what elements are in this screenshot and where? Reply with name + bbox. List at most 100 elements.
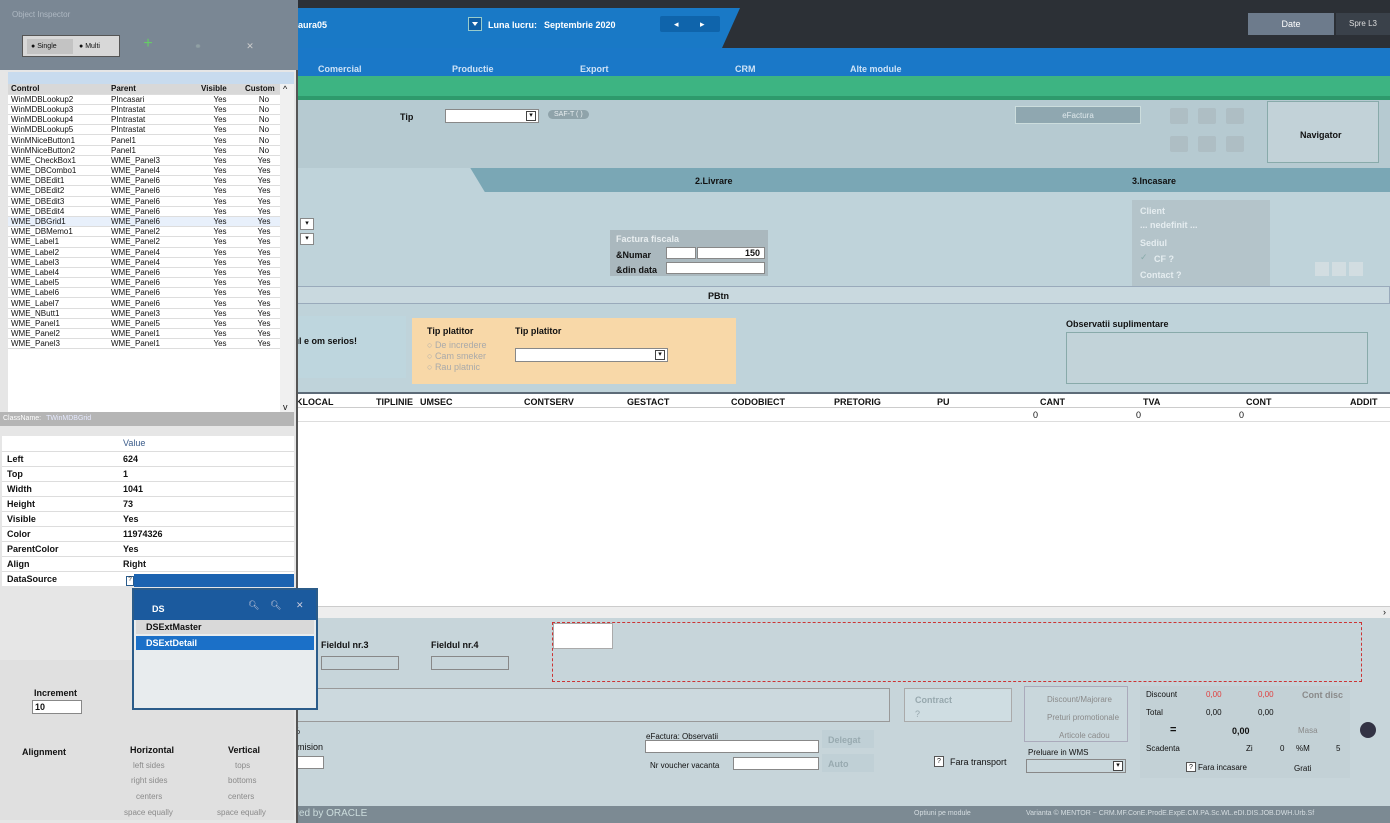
datasource-editor[interactable] [134, 574, 294, 587]
pct-m-value[interactable]: 5 [1336, 744, 1340, 753]
toolbar-icon-3[interactable] [1226, 108, 1244, 124]
auto-button[interactable]: Auto [822, 754, 874, 772]
chevron-down-icon[interactable]: v [283, 402, 288, 412]
close-icon[interactable]: ✕ [296, 600, 304, 611]
control-row[interactable]: WME_NButt1 WME_Panel3 Yes Yes [8, 308, 286, 319]
search-icon[interactable]: 🔍︎ [248, 600, 259, 611]
chevron-right-icon[interactable]: › [1383, 607, 1386, 617]
articole-cadou-label[interactable]: Articole cadou [1059, 731, 1110, 740]
control-row[interactable]: WME_Label7 WME_Panel6 Yes Yes [8, 297, 286, 309]
align-v-space[interactable]: space equally [217, 808, 266, 817]
control-row[interactable]: WME_Label4 WME_Panel6 Yes Yes [8, 267, 286, 279]
menu-crm[interactable]: CRM [735, 64, 756, 74]
control-row[interactable]: WME_Label6 WME_Panel6 Yes Yes [8, 287, 286, 299]
property-row[interactable]: Width 1041 [2, 481, 294, 497]
ds-item-detail[interactable]: DSExtDetail [136, 636, 314, 650]
control-row[interactable]: WME_Label2 WME_Panel4 Yes Yes [8, 247, 286, 258]
tab-incasare[interactable]: 3.Incasare [1132, 176, 1176, 186]
chevron-down-icon[interactable]: ▾ [300, 218, 314, 230]
align-right-sides[interactable]: right sides [131, 776, 167, 785]
align-tops[interactable]: tops [235, 761, 250, 770]
grid-body[interactable] [290, 422, 1390, 606]
col-visible[interactable]: Visible [198, 84, 242, 95]
numar-input[interactable]: 150 [697, 247, 765, 259]
zoom-icon[interactable]: 🔍︎ [270, 600, 281, 611]
control-row[interactable]: WinMNiceButton2 Panel1 Yes No [8, 145, 286, 156]
contact-label[interactable]: Contact ? [1140, 270, 1182, 280]
col-klocal[interactable]: KLOCAL [296, 397, 334, 407]
radio-rau-platnic[interactable]: ○ Rau platnic [427, 362, 480, 372]
control-row[interactable]: WME_Panel2 WME_Panel1 Yes Yes [8, 328, 286, 340]
property-row[interactable]: Left 624 [2, 451, 294, 467]
cell-cont[interactable]: 0 [1239, 410, 1244, 420]
help-icon[interactable]: ? [1186, 762, 1196, 772]
align-left-sides[interactable]: left sides [133, 761, 165, 770]
control-row[interactable]: WinMNiceButton1 Panel1 Yes No [8, 134, 286, 146]
zi-value[interactable]: 0 [1280, 744, 1284, 753]
control-list[interactable]: Control Parent Visible Custom WinMDBLook… [8, 84, 294, 412]
control-row[interactable]: WME_DBCombo1 WME_Panel4 Yes Yes [8, 165, 286, 177]
field3-input[interactable] [321, 656, 399, 670]
grid-row[interactable]: 0 0 0 [290, 408, 1390, 422]
help-icon[interactable]: ? [126, 576, 134, 586]
add-icon[interactable] [1332, 262, 1346, 276]
cont-disc-label[interactable]: Cont disc [1302, 690, 1343, 700]
control-list-scrollbar[interactable]: ^ v [280, 84, 294, 412]
folder-icon[interactable] [1226, 136, 1244, 152]
delegat-button[interactable]: Delegat [822, 730, 874, 748]
grid-scrollbar[interactable]: › [290, 606, 1390, 618]
property-row[interactable]: Top 1 [2, 466, 294, 482]
property-value[interactable]: 11974326 [118, 526, 294, 542]
chevron-up-icon[interactable]: ^ [283, 84, 287, 94]
fara-transport-label[interactable]: Fara transport [950, 757, 1007, 767]
efactura-button[interactable]: eFactura [1015, 106, 1141, 124]
month-dropdown-icon[interactable] [468, 17, 482, 31]
col-codobiect[interactable]: CODOBIECT [731, 397, 785, 407]
property-value[interactable]: 1041 [118, 481, 294, 497]
property-value[interactable]: 73 [118, 496, 294, 512]
col-cant[interactable]: CANT [1040, 397, 1065, 407]
menu-alte-module[interactable]: Alte module [850, 64, 902, 74]
cell-cant[interactable]: 0 [1033, 410, 1038, 420]
spre-button[interactable]: Spre L3 [1336, 13, 1390, 35]
cell-tva[interactable]: 0 [1136, 410, 1141, 420]
align-h-centers[interactable]: centers [136, 792, 162, 801]
menu-export[interactable]: Export [580, 64, 609, 74]
contract-panel[interactable]: Contract ? [904, 688, 1012, 722]
control-row[interactable]: WinMDBLookup3 PIntrastat Yes No [8, 104, 286, 116]
date-button[interactable]: Date [1248, 13, 1334, 35]
radio-de-incredere[interactable]: ○ De incredere [427, 340, 486, 350]
col-umsec[interactable]: UMSEC [420, 397, 453, 407]
control-row[interactable]: WME_Panel1 WME_Panel5 Yes Yes [8, 318, 286, 330]
field4-input[interactable] [431, 656, 509, 670]
property-value[interactable]: Yes [118, 541, 294, 557]
property-row[interactable]: Align Right [2, 556, 294, 572]
numar-series-input[interactable] [666, 247, 696, 259]
saf-t-badge[interactable]: SAF-T ( ) [548, 110, 589, 119]
col-pu[interactable]: PU [937, 397, 950, 407]
property-value[interactable]: 624 [118, 451, 294, 467]
help-icon[interactable]: ? [934, 756, 944, 767]
control-row[interactable]: WinMDBLookup5 PIntrastat Yes No [8, 124, 286, 136]
menu-productie[interactable]: Productie [452, 64, 494, 74]
radio-cam-smeker[interactable]: ○ Cam smeker [427, 351, 486, 361]
col-addit[interactable]: ADDIT [1350, 397, 1378, 407]
multi-toggle[interactable]: ● Multi [75, 39, 117, 54]
efactura-obs-input[interactable] [645, 740, 819, 753]
data-input[interactable] [666, 262, 765, 274]
col-cont[interactable]: CONT [1246, 397, 1272, 407]
col-control[interactable]: Control [8, 84, 108, 95]
optiuni-text[interactable]: Optiuni pe module [914, 810, 971, 817]
client-label[interactable]: Client [1140, 206, 1165, 216]
control-row[interactable]: WME_Label5 WME_Panel6 Yes Yes [8, 277, 286, 289]
property-row[interactable]: Visible Yes [2, 511, 294, 527]
align-h-space[interactable]: space equally [124, 808, 173, 817]
increment-input[interactable]: 10 [32, 700, 82, 714]
navigator-panel[interactable]: Navigator [1267, 101, 1379, 163]
discount-majorare-label[interactable]: Discount/Majorare [1047, 695, 1112, 704]
control-row[interactable]: WinMDBLookup4 PIntrastat Yes No [8, 114, 286, 126]
ds-item-master[interactable]: DSExtMaster [136, 620, 314, 634]
toolbar-icon-1[interactable] [1170, 108, 1188, 124]
control-row[interactable]: WME_Label3 WME_Panel4 Yes Yes [8, 257, 286, 268]
voucher-input[interactable] [733, 757, 819, 770]
